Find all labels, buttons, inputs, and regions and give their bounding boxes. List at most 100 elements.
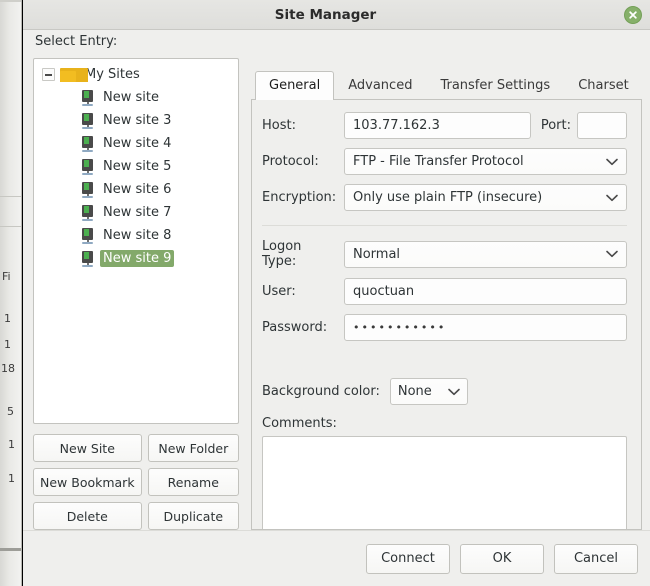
- port-input[interactable]: [577, 112, 627, 139]
- chevron-down-icon: [606, 158, 618, 165]
- rename-button[interactable]: Rename: [147, 468, 239, 496]
- tree-node-site[interactable]: New site 6: [34, 178, 238, 201]
- collapse-minus-icon[interactable]: [42, 68, 55, 81]
- tree-node-site[interactable]: New site 7: [34, 201, 238, 224]
- password-input[interactable]: •••••••••••: [344, 314, 627, 341]
- background-text-fragment: 1: [8, 472, 15, 485]
- password-row: Password: •••••••••••: [262, 314, 627, 341]
- tree-node-label: New site 8: [103, 228, 172, 243]
- encryption-value: Only use plain FTP (insecure): [353, 190, 543, 205]
- protocol-select[interactable]: FTP - File Transfer Protocol: [344, 148, 627, 175]
- background-toolbar: [0, 0, 21, 2]
- tree-node-label: New site 7: [103, 205, 172, 220]
- background-text-fragment: 5: [7, 405, 14, 418]
- background-color-label: Background color:: [262, 384, 380, 399]
- ok-button[interactable]: OK: [460, 543, 544, 574]
- dialog-footer: Connect OK Cancel: [23, 530, 650, 586]
- background-color-select[interactable]: None: [389, 378, 468, 405]
- dialog-title: Site Manager: [274, 6, 377, 23]
- tab-advanced[interactable]: Advanced: [334, 71, 426, 100]
- encryption-label: Encryption:: [262, 190, 337, 205]
- new-site-button[interactable]: New Site: [33, 434, 142, 462]
- server-icon: [81, 112, 94, 129]
- tree-node-site[interactable]: New site 3: [34, 109, 238, 132]
- user-input[interactable]: quoctuan: [344, 278, 627, 305]
- background-text-fragment: Fi: [2, 270, 11, 283]
- tree-node-site[interactable]: New site 4: [34, 132, 238, 155]
- entry-selection-panel: Select Entry: My Sites New site New site…: [33, 34, 239, 530]
- password-label: Password:: [262, 320, 328, 335]
- background-text-fragment: 18: [1, 362, 15, 375]
- logon-type-label: Logon Type:: [262, 239, 302, 269]
- close-icon[interactable]: [624, 6, 642, 24]
- tab-transfer-settings[interactable]: Transfer Settings: [426, 71, 564, 100]
- tree-node-label: New site 9: [100, 250, 175, 267]
- tree-node-label: New site 5: [103, 159, 172, 174]
- tab-charset[interactable]: Charset: [564, 71, 643, 100]
- tree-node-site-selected[interactable]: New site 9: [34, 247, 238, 270]
- logon-type-select[interactable]: Normal: [344, 240, 627, 268]
- tree-node-label: New site: [103, 90, 159, 105]
- background-pane-edge: [0, 548, 21, 551]
- select-entry-label: Select Entry:: [35, 34, 118, 49]
- server-icon: [81, 204, 94, 221]
- tree-node-site[interactable]: New site: [34, 86, 238, 109]
- connect-button[interactable]: Connect: [366, 543, 450, 574]
- host-input[interactable]: 103.77.162.3: [344, 112, 531, 139]
- logon-type-row: Logon Type: Normal: [262, 239, 627, 269]
- server-icon: [81, 158, 94, 175]
- background-text-fragment: 1: [4, 312, 11, 325]
- background-text-fragment: 1: [4, 338, 11, 351]
- protocol-row: Protocol: FTP - File Transfer Protocol: [262, 148, 627, 175]
- delete-button[interactable]: Delete: [33, 502, 142, 530]
- new-bookmark-button[interactable]: New Bookmark: [33, 468, 142, 496]
- folder-icon: [60, 67, 88, 82]
- tree-node-label: New site 4: [103, 136, 172, 151]
- server-icon: [81, 250, 94, 267]
- background-color-value: None: [397, 384, 432, 399]
- site-manager-dialog: Site Manager Select Entry: My Sites New …: [22, 0, 650, 586]
- tree-node-label: My Sites: [85, 67, 140, 82]
- chevron-down-icon: [448, 388, 460, 395]
- cancel-button[interactable]: Cancel: [554, 543, 638, 574]
- section-divider: [262, 225, 627, 226]
- duplicate-button[interactable]: Duplicate: [147, 502, 239, 530]
- protocol-label: Protocol:: [262, 154, 319, 169]
- password-masked-value: •••••••••••: [353, 321, 447, 334]
- dialog-titlebar: Site Manager: [23, 0, 650, 30]
- tab-panel-general: Host: 103.77.162.3 Port: Protocol: FTP -…: [251, 100, 642, 530]
- site-tree[interactable]: My Sites New site New site 3 New site 4 …: [33, 58, 239, 424]
- logon-type-value: Normal: [353, 246, 401, 262]
- protocol-value: FTP - File Transfer Protocol: [353, 154, 524, 169]
- dialog-body: Select Entry: My Sites New site New site…: [23, 30, 650, 586]
- encryption-row: Encryption: Only use plain FTP (insecure…: [262, 184, 627, 211]
- tree-node-label: New site 3: [103, 113, 172, 128]
- tab-general[interactable]: General: [255, 71, 335, 100]
- tree-node-label: New site 6: [103, 182, 172, 197]
- tree-node-site[interactable]: New site 8: [34, 224, 238, 247]
- port-label: Port:: [540, 118, 571, 133]
- new-folder-button[interactable]: New Folder: [147, 434, 239, 462]
- comments-label: Comments:: [262, 416, 337, 431]
- background-divider: [0, 226, 21, 227]
- tree-node-my-sites[interactable]: My Sites: [34, 63, 238, 86]
- background-text-fragment: 1: [8, 438, 15, 451]
- host-row: Host: 103.77.162.3 Port:: [262, 112, 627, 139]
- tree-action-buttons: New Site New Folder New Bookmark Rename …: [33, 434, 239, 530]
- settings-notebook: General Advanced Transfer Settings Chars…: [251, 70, 642, 530]
- user-row: User: quoctuan: [262, 278, 627, 305]
- host-label: Host:: [262, 118, 296, 133]
- background-window-strip: Fi 1 1 18 5 1 1: [0, 0, 22, 586]
- server-icon: [81, 135, 94, 152]
- background-divider: [0, 196, 21, 197]
- background-color-row: Background color: None: [262, 378, 627, 405]
- user-label: User:: [262, 284, 296, 299]
- tree-node-site[interactable]: New site 5: [34, 155, 238, 178]
- server-icon: [81, 181, 94, 198]
- comments-textarea[interactable]: [262, 436, 627, 529]
- encryption-select[interactable]: Only use plain FTP (insecure): [344, 184, 627, 211]
- server-icon: [81, 89, 94, 106]
- tab-bar: General Advanced Transfer Settings Chars…: [251, 70, 642, 100]
- chevron-down-icon: [606, 194, 618, 201]
- chevron-down-icon: [606, 250, 618, 258]
